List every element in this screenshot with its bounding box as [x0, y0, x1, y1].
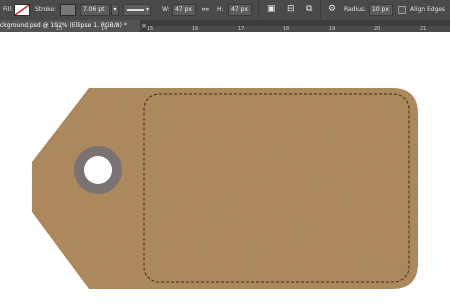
- options-bar: Fill: Stroke: 7.06 pt ▾ ▾ W: 47 px ⚯ H: …: [0, 0, 450, 21]
- gear-icon[interactable]: ⚙: [328, 0, 336, 19]
- width-label: W:: [162, 6, 170, 13]
- no-fill-icon: [15, 5, 29, 15]
- path-alignment-icon[interactable]: ⊟: [287, 0, 295, 19]
- divider: [320, 1, 321, 19]
- radius-label: Radius:: [344, 6, 367, 13]
- fill-swatch[interactable]: [14, 4, 30, 16]
- radius-field[interactable]: 10 px: [369, 4, 393, 16]
- align-edges-checkbox[interactable]: [398, 6, 406, 14]
- height-label: H:: [217, 6, 224, 13]
- path-operations-icon[interactable]: ▣: [267, 0, 276, 19]
- document-tab[interactable]: ckground.psd @ 192% (Ellipse 1, RGB/8) *: [0, 20, 140, 32]
- width-field[interactable]: 47 px: [172, 4, 196, 16]
- canvas[interactable]: [0, 32, 450, 302]
- stroke-swatch[interactable]: [60, 4, 76, 16]
- path-arrangement-icon[interactable]: ⧉: [306, 0, 312, 19]
- align-edges-label: Align Edges: [410, 6, 446, 13]
- stroke-line-icon: [127, 9, 144, 11]
- stroke-width-field[interactable]: 7.06 pt: [80, 4, 110, 16]
- document-tab-title: ckground.psd @ 192% (Ellipse 1, RGB/8) *: [0, 22, 127, 29]
- stroke-type-dropdown[interactable]: ▾: [123, 4, 151, 16]
- fill-label: Fill:: [3, 6, 14, 13]
- chevron-down-icon: ▾: [113, 6, 117, 13]
- chevron-down-icon: ▾: [145, 6, 149, 13]
- height-field[interactable]: 47 px: [228, 4, 252, 16]
- divider: [258, 1, 259, 19]
- document-tab-bar: ckground.psd @ 192% (Ellipse 1, RGB/8) *…: [0, 20, 450, 32]
- link-icon[interactable]: ⚯: [202, 0, 209, 20]
- stroke-label: Stroke:: [35, 6, 57, 13]
- eyelet-hole: [84, 156, 112, 184]
- stroke-width-dropdown[interactable]: ▾: [111, 4, 119, 16]
